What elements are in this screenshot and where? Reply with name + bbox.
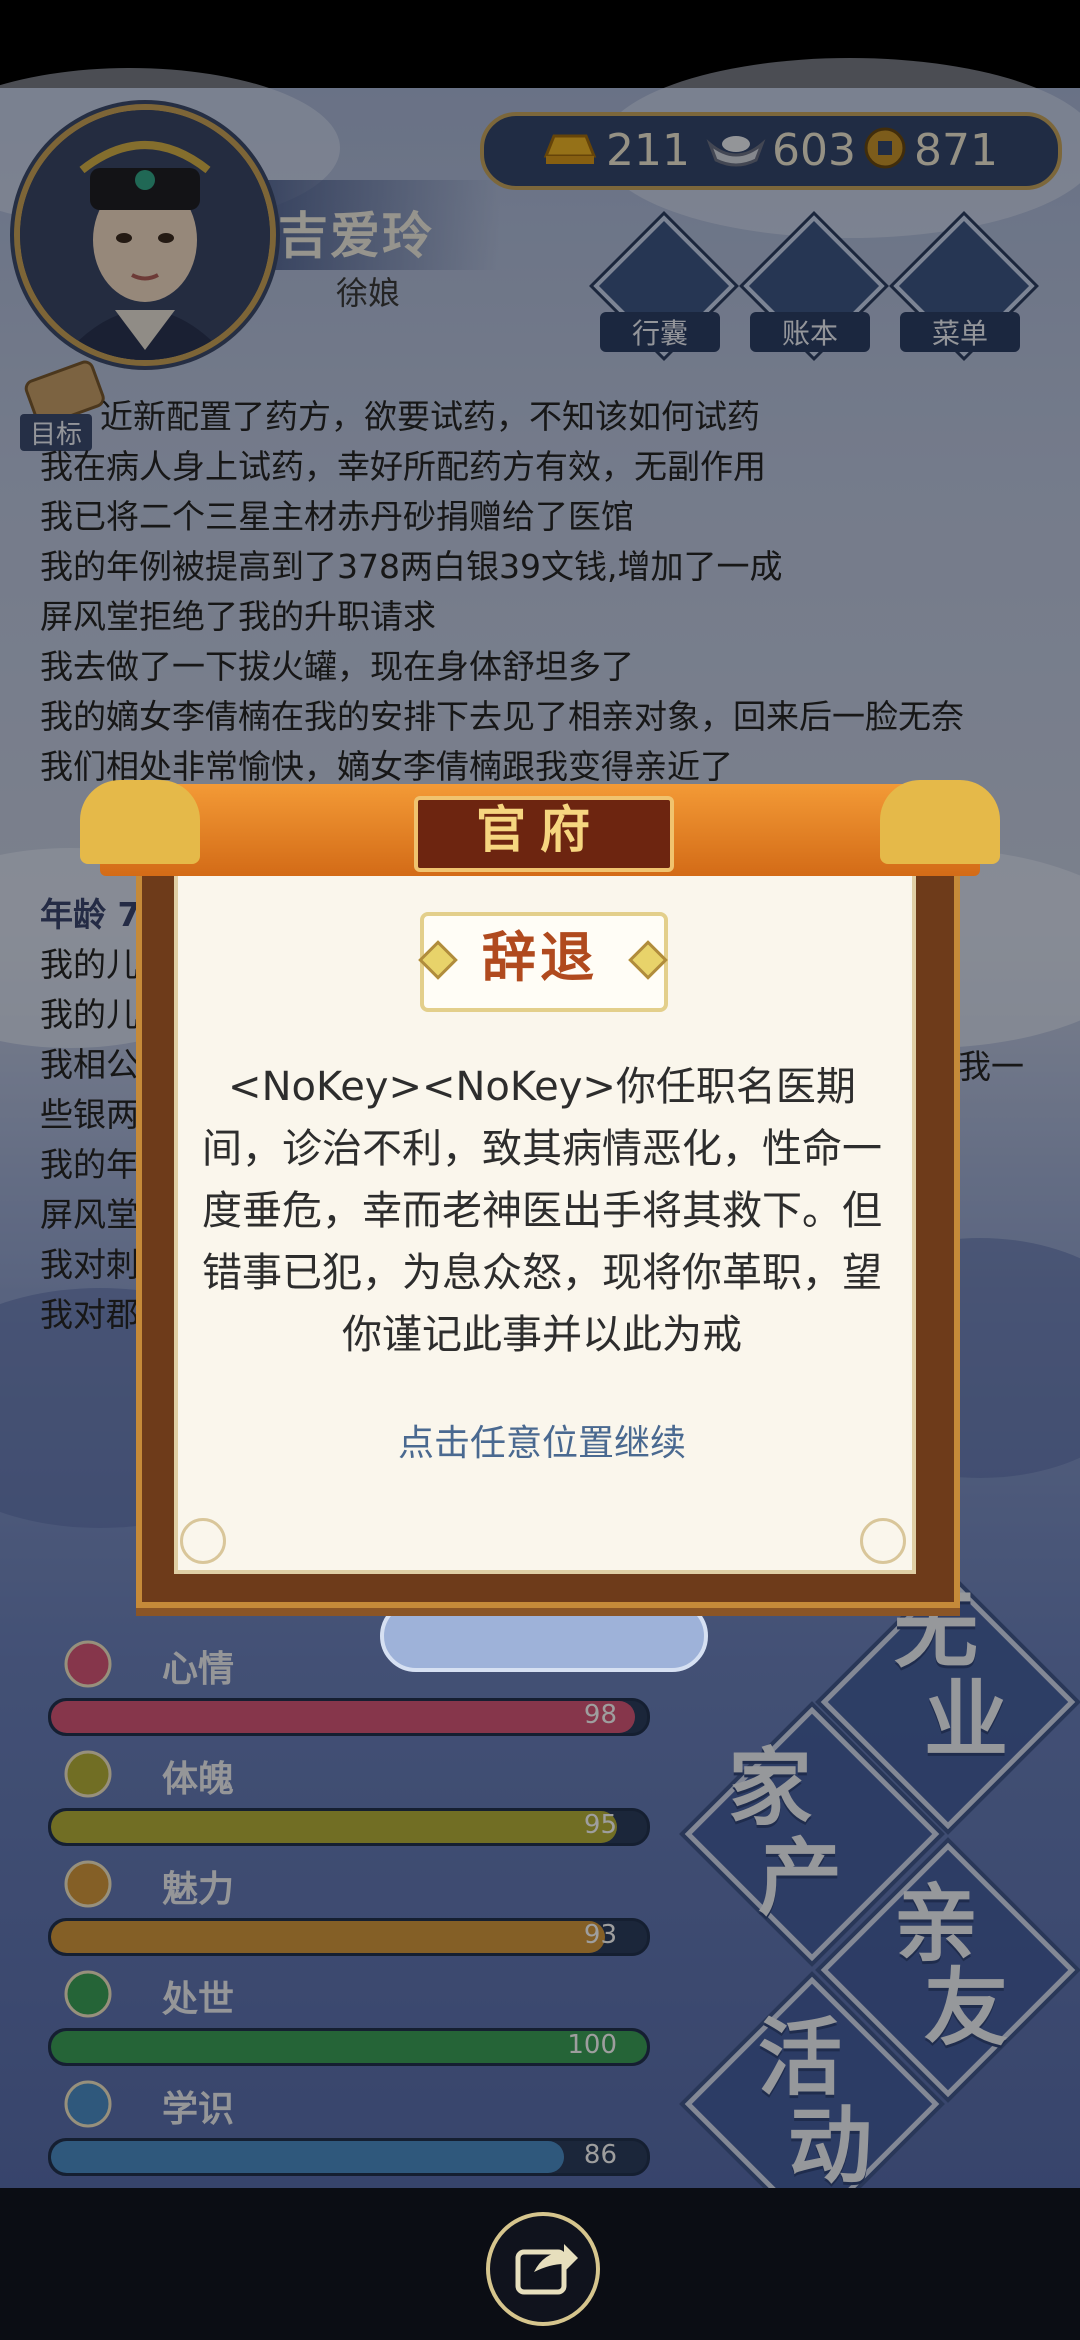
gold-counter: 211 xyxy=(540,122,690,178)
stat-bar: 93 xyxy=(48,1918,650,1956)
currency-bar: 211 603 871 xyxy=(480,112,1062,190)
silver-value: 603 xyxy=(772,124,856,176)
stat-bar-fill xyxy=(51,1921,606,1953)
activity-label-1: 活 xyxy=(758,2009,843,2107)
log-line: 我在病人身上试药，幸好所配药方有效，无副作用 xyxy=(40,447,766,486)
activity-button[interactable]: 活 动 xyxy=(684,1976,940,2232)
stat-label: 学识 xyxy=(162,2089,235,2130)
property-label-2: 产 xyxy=(758,1829,843,1927)
bag-label: 行囊 xyxy=(600,312,720,352)
activity-label-2: 动 xyxy=(788,2097,873,2195)
share-button[interactable] xyxy=(486,2212,600,2326)
relatives-label-2: 友 xyxy=(924,1959,1009,2057)
ledger-button[interactable]: 账本 xyxy=(743,215,885,357)
stat-bar-fill xyxy=(51,2141,564,2173)
game-screen: 吉爱玲 徐娘 211 603 871 行囊 账本 菜单 目标 近新配置了药方，欲… xyxy=(0,0,1080,2340)
corner-ornament xyxy=(180,1518,226,1564)
stat-value: 98 xyxy=(583,1700,617,1730)
silver-ingot-icon xyxy=(706,126,766,174)
stat-value: 95 xyxy=(583,1810,617,1840)
stat-bar: 100 xyxy=(48,2028,650,2066)
corner-ornament xyxy=(860,1518,906,1564)
stat-bar-fill xyxy=(51,1811,618,1843)
coin-value: 871 xyxy=(914,124,998,176)
stat-bar: 86 xyxy=(48,2138,650,2176)
log-line: 我的嫡女李倩楠在我的安排下去见了相亲对象，回来后一脸无奈 xyxy=(40,697,964,736)
silver-counter: 603 xyxy=(706,122,856,178)
property-label-1: 家 xyxy=(728,1739,813,1837)
stat-label: 魅力 xyxy=(162,1869,235,1910)
stat-value: 86 xyxy=(583,2140,617,2170)
log-line: 我已将二个三星主材赤丹砂捐赠给了医馆 xyxy=(40,497,634,536)
stat-value: 100 xyxy=(567,2030,617,2060)
popup-message: <NoKey><NoKey>你任职名医期间，诊治不利，致其病情恶化，性命一度垂危… xyxy=(202,1064,882,1358)
menu-label: 菜单 xyxy=(900,312,1020,352)
copper-coin-icon xyxy=(862,125,908,175)
log-line-fragment: 我一 xyxy=(958,1047,1024,1086)
log-line: 我去做了一下拔火罐，现在身体舒坦多了 xyxy=(40,647,634,686)
character-name: 吉爱玲 xyxy=(278,207,434,265)
flower-icon xyxy=(60,1636,116,1692)
job-label-2: 业 xyxy=(924,1671,1009,1769)
popup-header-title: 官府 xyxy=(476,801,604,859)
books-icon xyxy=(60,2076,116,2132)
character-title: 徐娘 xyxy=(336,274,401,312)
stat-label: 心情 xyxy=(162,1649,235,1690)
gold-ingot-icon xyxy=(540,126,600,174)
horn-ornament-left xyxy=(80,780,200,864)
horn-ornament-right xyxy=(880,780,1000,864)
log-line: 近新配置了药方，欲要试药，不知该如何试药 xyxy=(100,397,760,436)
dismissal-title: 辞退 xyxy=(482,926,598,989)
jade-icon xyxy=(60,1856,116,1912)
stat-label: 体魄 xyxy=(162,1759,235,1800)
hands-icon xyxy=(60,1966,116,2022)
relatives-label-1: 亲 xyxy=(894,1875,979,1973)
continue-prompt[interactable]: 点击任意位置继续 xyxy=(192,1414,892,1466)
ledger-label: 账本 xyxy=(750,312,870,352)
stat-bar-fill xyxy=(51,1701,636,1733)
event-log: 近新配置了药方，欲要试药，不知该如何试药 我在病人身上试药，幸好所配药方有效，无… xyxy=(40,392,1060,792)
body-icon xyxy=(60,1746,116,1802)
character-avatar[interactable] xyxy=(14,104,276,366)
log-line: 我的年例被提高到了378两白银39文钱,增加了一成 xyxy=(40,547,783,586)
share-icon xyxy=(515,2244,578,2295)
bag-button[interactable]: 行囊 xyxy=(593,215,735,357)
coin-counter: 871 xyxy=(862,122,998,178)
gold-value: 211 xyxy=(606,124,690,176)
stat-value: 93 xyxy=(583,1920,617,1950)
menu-button[interactable]: 菜单 xyxy=(893,215,1035,357)
popup-base-ornament xyxy=(380,1600,708,1672)
stat-bar: 98 xyxy=(48,1698,650,1736)
log-line: 屏风堂拒绝了我的升职请求 xyxy=(40,597,436,636)
stat-bar-fill xyxy=(51,2031,647,2063)
stat-label: 处世 xyxy=(162,1979,235,2020)
stat-bar: 95 xyxy=(48,1808,650,1846)
